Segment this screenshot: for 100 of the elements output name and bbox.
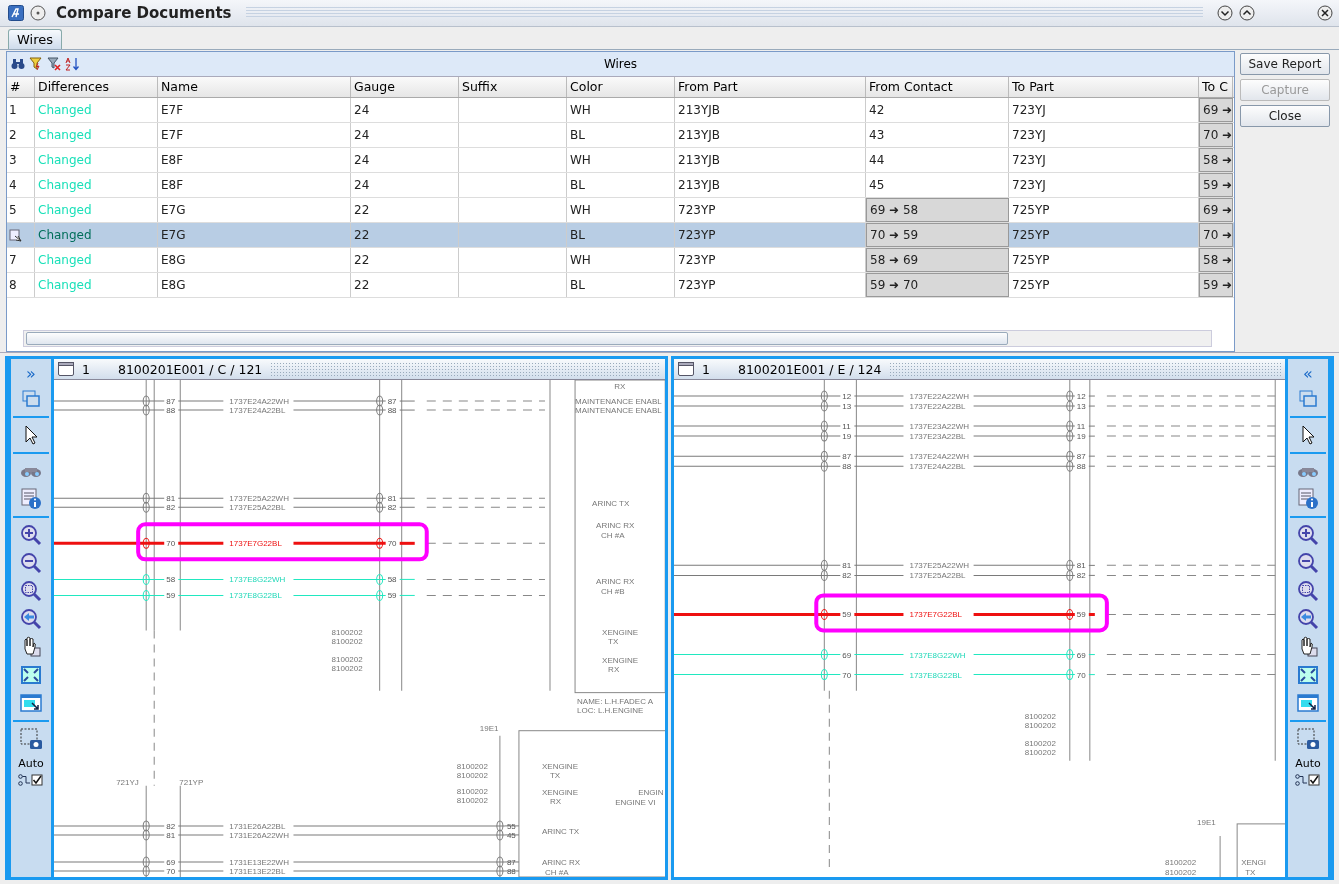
column-header[interactable]: Gauge: [351, 77, 459, 97]
info-icon[interactable]: [19, 487, 43, 511]
wire[interactable]: [674, 569, 1096, 581]
table-cell: 7: [9, 253, 17, 267]
column-header[interactable]: From Contact: [866, 77, 1009, 97]
horizontal-scrollbar[interactable]: [23, 330, 1212, 347]
wire[interactable]: [54, 501, 416, 513]
zoom-box-icon[interactable]: [1296, 579, 1320, 603]
table-row[interactable]: 1 Changed E7F 24 WH 213YJB 42 723YJ 69 ➜: [7, 98, 1234, 123]
pin-number: 87: [842, 452, 852, 462]
info-icon[interactable]: [1296, 487, 1320, 511]
wire[interactable]: [54, 492, 416, 504]
column-header[interactable]: To C: [1199, 77, 1233, 97]
zoom-box-icon[interactable]: [19, 579, 43, 603]
schematic-label: XENGINE: [542, 761, 578, 771]
table-cell: 45: [869, 178, 885, 192]
fit-icon[interactable]: [19, 663, 43, 687]
zoom-back-icon[interactable]: [19, 607, 43, 631]
auto-route-checkbox[interactable]: [1295, 774, 1321, 786]
zoom-in-icon[interactable]: [1296, 523, 1320, 547]
column-header[interactable]: Color: [567, 77, 675, 97]
filter-icon[interactable]: [29, 57, 43, 71]
wire[interactable]: [674, 400, 1096, 412]
scrollbar-thumb[interactable]: [26, 332, 1008, 345]
column-header[interactable]: From Part: [675, 77, 866, 97]
table-cell: Changed: [38, 103, 92, 117]
table-cell: Changed: [38, 253, 92, 267]
wire-label: 1737E22A22WH: [909, 392, 970, 402]
schematic-label: 8100202: [456, 770, 488, 780]
table-cell: 22: [354, 228, 370, 242]
wire-label: 1731E26A22BL: [229, 821, 286, 831]
pin-number: 19: [842, 432, 852, 442]
table-row[interactable]: Changed E7G 22 BL 723YP 70 ➜ 59 725YP 70 ➜: [7, 223, 1234, 248]
wire[interactable]: [54, 404, 416, 416]
export-icon[interactable]: [19, 691, 43, 715]
table-cell: 725YP: [1012, 253, 1050, 267]
wire[interactable]: [54, 395, 416, 407]
sort-icon[interactable]: [65, 57, 79, 71]
wire[interactable]: [54, 820, 520, 832]
wire[interactable]: [674, 430, 1096, 442]
table-row[interactable]: 3 Changed E8F 24 WH 213YJB 44 723YJ 58 ➜: [7, 148, 1234, 173]
pin-number: 69: [166, 858, 176, 867]
table-cell: WH: [570, 203, 591, 217]
close-icon[interactable]: [1317, 5, 1333, 21]
table-cell: E8F: [161, 153, 184, 167]
column-header[interactable]: To Part: [1009, 77, 1199, 97]
table-cell: Changed: [38, 203, 92, 217]
wire[interactable]: [674, 390, 1096, 402]
table-cell: 723YP: [678, 203, 716, 217]
binoculars-icon[interactable]: [11, 58, 25, 70]
auto-label: Auto: [1295, 757, 1321, 770]
action-button[interactable]: Close: [1240, 105, 1330, 127]
table-row[interactable]: 2 Changed E7F 24 BL 213YJB 43 723YJ 70 ➜: [7, 123, 1234, 148]
wire[interactable]: [54, 856, 520, 868]
document-title: 8100201E001 / E / 124: [737, 361, 882, 377]
zoom-out-icon[interactable]: [19, 551, 43, 575]
collapse-toggle[interactable]: »: [26, 363, 36, 383]
tab[interactable]: Wires: [8, 29, 62, 49]
column-header[interactable]: Differences: [35, 77, 158, 97]
zoom-in-icon[interactable]: [19, 523, 43, 547]
action-button[interactable]: Save Report: [1240, 53, 1330, 75]
column-header[interactable]: Suffix: [459, 77, 567, 97]
table-cell: 59 ➜: [1203, 278, 1232, 292]
pin-number: 58: [166, 575, 176, 585]
clear-filter-icon[interactable]: [47, 57, 61, 71]
zoom-back-icon[interactable]: [1296, 607, 1320, 631]
zoom-out-icon[interactable]: [1296, 551, 1320, 575]
fit-icon[interactable]: [1296, 663, 1320, 687]
schematic-label: 8100202: [1024, 738, 1056, 748]
table-cell: 725YP: [1012, 203, 1050, 217]
wire[interactable]: [54, 865, 520, 877]
table-row[interactable]: 7 Changed E8G 22 WH 723YP 58 ➜ 69 725YP 58 ➜: [7, 248, 1234, 273]
wire[interactable]: [674, 420, 1096, 432]
table-row[interactable]: 4 Changed E8F 24 BL 213YJB 45 723YJ 59 ➜: [7, 173, 1234, 198]
pin-number: 45: [506, 830, 516, 840]
pin-number: 19: [1076, 432, 1086, 442]
schematic-label: RX: [550, 796, 562, 806]
auto-route-checkbox[interactable]: [18, 774, 44, 786]
wire-label: 1737E25A22WH: [229, 494, 289, 504]
capture-icon[interactable]: [1296, 727, 1320, 751]
export-icon[interactable]: [1296, 691, 1320, 715]
window-icon: [58, 362, 74, 376]
table-row[interactable]: 8 Changed E8G 22 BL 723YP 59 ➜ 70 725YP 59 ➜: [7, 273, 1234, 298]
column-header[interactable]: #: [7, 77, 35, 97]
collapse-toggle[interactable]: «: [1303, 363, 1313, 383]
wire[interactable]: [674, 559, 1096, 571]
pin-number: 81: [842, 561, 852, 571]
wire-label: 1737E24A22BL: [229, 406, 286, 416]
capture-icon[interactable]: [19, 727, 43, 751]
column-header[interactable]: Name: [158, 77, 351, 97]
minimize-button[interactable]: [1217, 5, 1233, 21]
wire[interactable]: [674, 608, 1095, 620]
wire[interactable]: [674, 460, 1096, 472]
wire[interactable]: [54, 537, 415, 549]
wire[interactable]: [54, 829, 520, 841]
pin-number: 87: [506, 858, 516, 867]
maximize-button[interactable]: [1239, 5, 1255, 21]
table-cell: 42: [869, 103, 885, 117]
wire[interactable]: [674, 450, 1096, 462]
window-menu-icon[interactable]: [30, 5, 46, 21]
